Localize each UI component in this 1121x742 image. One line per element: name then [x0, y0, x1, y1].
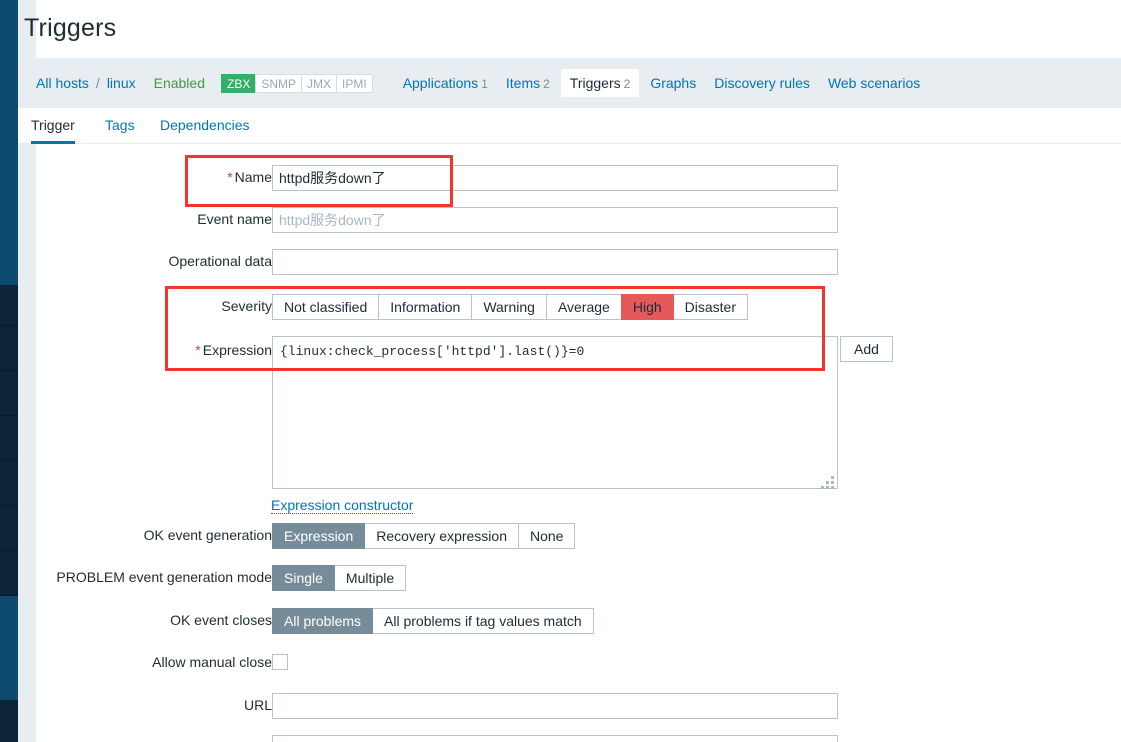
nav-tab-graphs-label: Graphs: [650, 75, 697, 91]
sidebar-segment[interactable]: [0, 505, 18, 550]
severity-option-disaster[interactable]: Disaster: [672, 294, 748, 320]
sidebar-divider: [0, 370, 18, 371]
sidebar-segment[interactable]: [0, 325, 18, 370]
url-input[interactable]: [272, 693, 838, 719]
sidebar-segment[interactable]: [0, 700, 18, 742]
expression-label-text: Expression: [202, 342, 272, 358]
ok-event-generation-option-expression[interactable]: Expression: [272, 523, 366, 549]
nav-tab-applications-count: 1: [481, 77, 488, 91]
severity-radio-group: Not classified Information Warning Avera…: [272, 294, 748, 320]
expression-constructor-link[interactable]: Expression constructor: [271, 497, 414, 514]
sidebar-strip[interactable]: [0, 0, 18, 742]
problem-event-mode-option-multiple[interactable]: Multiple: [333, 565, 407, 591]
ok-event-closes-option-tag-values-match[interactable]: All problems if tag values match: [372, 608, 594, 634]
nav-tab-items-label: Items: [505, 75, 541, 91]
badge-ipmi[interactable]: IPMI: [336, 73, 373, 93]
problem-event-generation-mode-label: PROBLEM event generation mode: [56, 569, 272, 585]
problem-event-generation-mode-radio-group: Single Multiple: [272, 565, 407, 591]
allow-manual-close-checkbox[interactable]: [272, 654, 288, 670]
sidebar-divider: [0, 595, 18, 596]
breadcrumb-all-hosts[interactable]: All hosts: [36, 75, 89, 91]
severity-option-not-classified[interactable]: Not classified: [272, 294, 380, 320]
sidebar-segment[interactable]: [0, 285, 18, 325]
badge-jmx[interactable]: JMX: [301, 73, 338, 93]
expression-required-asterisk: *: [195, 342, 201, 358]
problem-event-mode-option-single[interactable]: Single: [272, 565, 335, 591]
nav-tab-applications[interactable]: Applications 1: [394, 58, 497, 108]
name-label-text: Name: [234, 169, 272, 185]
sidebar-divider: [0, 325, 18, 326]
breadcrumb-bar: All hosts / linux Enabled ZBX SNMP JMX I…: [18, 58, 1121, 108]
name-label: * Name: [227, 169, 272, 185]
tab-tags[interactable]: Tags: [105, 108, 135, 144]
ok-event-closes-radio-group: All problems All problems if tag values …: [272, 608, 594, 634]
sidebar-divider: [0, 460, 18, 461]
severity-label: Severity: [221, 298, 272, 314]
nav-tab-graphs[interactable]: Graphs: [641, 58, 705, 108]
page-title: Triggers: [24, 14, 117, 42]
sidebar-divider: [0, 415, 18, 416]
severity-option-high[interactable]: High: [620, 294, 674, 320]
ok-event-generation-label: OK event generation: [143, 527, 272, 543]
sidebar-segment[interactable]: [0, 460, 18, 505]
tab-dependencies[interactable]: Dependencies: [160, 108, 250, 144]
operational-data-input[interactable]: [272, 249, 838, 275]
operational-data-label: Operational data: [168, 253, 272, 269]
allow-manual-close-label: Allow manual close: [152, 654, 272, 670]
nav-tab-web-scenarios-label: Web scenarios: [827, 75, 921, 91]
nav-tab-discovery-rules[interactable]: Discovery rules: [705, 58, 819, 108]
severity-option-average[interactable]: Average: [545, 294, 622, 320]
expression-label: * Expression: [195, 342, 272, 358]
breadcrumb-host-linux[interactable]: linux: [107, 75, 136, 91]
ok-event-generation-radio-group: Expression Recovery expression None: [272, 523, 576, 549]
nav-tab-discovery-rules-label: Discovery rules: [714, 75, 810, 91]
nav-tab-applications-label: Applications: [402, 75, 479, 91]
zabbix-trigger-config-page: Triggers All hosts / linux Enabled ZBX S…: [0, 0, 1121, 742]
add-expression-button[interactable]: Add: [840, 336, 893, 362]
badge-snmp[interactable]: SNMP: [255, 73, 303, 93]
nav-tab-items[interactable]: Items 2: [497, 58, 559, 108]
severity-option-information[interactable]: Information: [378, 294, 473, 320]
event-name-input[interactable]: httpd服务down了: [272, 207, 838, 233]
host-nav-tabs: Applications 1 Items 2 Triggers 2 Graphs Di…: [394, 58, 930, 108]
ok-event-closes-option-all-problems[interactable]: All problems: [272, 608, 374, 634]
expression-textarea[interactable]: {linux:check_process['httpd'].last()}=0: [272, 336, 838, 489]
nav-tab-items-count: 2: [543, 77, 550, 91]
tab-trigger[interactable]: Trigger: [31, 108, 75, 144]
url-label: URL: [243, 697, 272, 713]
nav-tab-triggers[interactable]: Triggers 2: [560, 69, 640, 97]
nav-tab-web-scenarios[interactable]: Web scenarios: [819, 58, 929, 108]
form-tab-bar: Trigger Tags Dependencies: [18, 108, 1121, 144]
next-field-input-partial[interactable]: [272, 735, 838, 742]
title-bar: Triggers: [24, 0, 1121, 58]
ok-event-closes-label: OK event closes: [170, 612, 272, 628]
ok-event-generation-option-recovery-expression[interactable]: Recovery expression: [364, 523, 519, 549]
event-name-label: Event name: [197, 211, 272, 227]
breadcrumb-separator: /: [95, 75, 100, 91]
sidebar-divider: [0, 550, 18, 551]
ok-event-generation-option-none[interactable]: None: [518, 523, 576, 549]
nav-tab-triggers-label: Triggers: [569, 75, 621, 91]
host-status-enabled[interactable]: Enabled: [154, 75, 205, 91]
nav-tab-triggers-count: 2: [623, 77, 631, 91]
name-required-asterisk: *: [227, 169, 233, 185]
sidebar-segment[interactable]: [0, 370, 18, 415]
sidebar-segment[interactable]: [0, 415, 18, 460]
interface-badges: ZBX SNMP JMX IPMI: [221, 73, 373, 93]
badge-zbx[interactable]: ZBX: [221, 73, 257, 93]
severity-option-warning[interactable]: Warning: [471, 294, 547, 320]
name-input[interactable]: httpd服务down了: [272, 165, 838, 191]
sidebar-divider: [0, 505, 18, 506]
sidebar-segment[interactable]: [0, 550, 18, 595]
